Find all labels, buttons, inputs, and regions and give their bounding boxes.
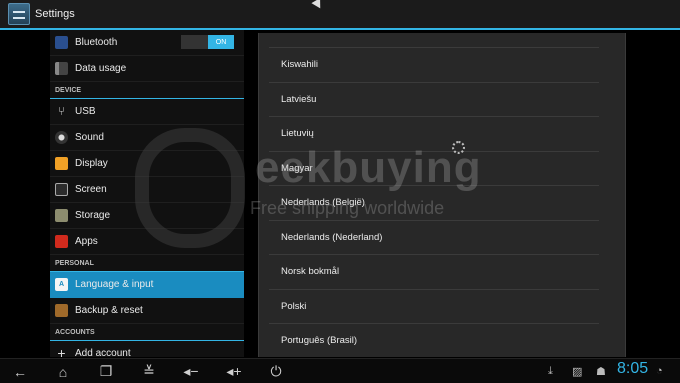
language-option[interactable]: Kiswahili — [269, 48, 599, 83]
apps-icon — [55, 235, 68, 248]
language-option[interactable]: Polski — [269, 290, 599, 324]
list-top-spacer — [269, 33, 599, 48]
menu-chevron-icon[interactable]: ≚ — [138, 362, 160, 381]
settings-item-screen[interactable]: Screen — [50, 177, 244, 203]
settings-item-label: USB — [75, 106, 96, 117]
home-icon[interactable]: ⌂ — [52, 362, 74, 381]
settings-item-label: Apps — [75, 236, 98, 247]
bluetooth-icon — [55, 36, 68, 49]
recent-apps-icon[interactable]: ❐ — [95, 362, 117, 381]
clock: 8:05 — [617, 360, 649, 377]
settings-item-display[interactable]: Display — [50, 151, 244, 177]
settings-item-label: Sound — [75, 132, 104, 143]
usb-icon: ⑂ — [57, 104, 66, 118]
volume-down-icon[interactable]: ◂− — [180, 362, 202, 381]
mouse-cursor-icon — [311, 0, 325, 11]
wifi-icon: ◔ — [656, 365, 663, 377]
loading-spinner-icon — [452, 141, 465, 154]
screenshot-icon: ▨ — [572, 366, 583, 378]
language-dialog: Kiswahili Latviešu Lietuvių Magyar Nederland… — [258, 33, 626, 357]
settings-item-add-account[interactable]: + Add account — [50, 341, 244, 357]
app-title: Settings — [35, 8, 75, 20]
settings-list: Bluetooth ON Data usage DEVICE ⑂ USB Sou… — [50, 30, 244, 357]
data-usage-icon — [55, 62, 68, 75]
section-header-device: DEVICE — [50, 82, 244, 99]
settings-item-backup-reset[interactable]: Backup & reset — [50, 298, 244, 324]
settings-app-icon[interactable] — [8, 3, 30, 25]
settings-item-label: Data usage — [75, 63, 127, 74]
settings-item-label: Display — [75, 158, 108, 169]
language-icon: A — [55, 278, 68, 291]
language-list: Kiswahili Latviešu Lietuvių Magyar Nederland… — [259, 33, 625, 357]
language-option[interactable]: Latviešu — [269, 83, 599, 117]
settings-item-language-input[interactable]: A Language & input — [50, 272, 244, 298]
action-bar: Settings — [0, 0, 680, 30]
settings-item-label: Storage — [75, 210, 111, 221]
settings-item-label: Backup & reset — [75, 305, 143, 316]
system-nav-bar: ← ⌂ ❐ ≚ ◂− ◂+ ⏻ ⤓ ▨ ☗ 8:05 ◔ — [0, 358, 680, 383]
settings-item-storage[interactable]: Storage — [50, 203, 244, 229]
language-option[interactable]: Nederlands (België) — [269, 186, 599, 221]
settings-item-label: Language & input — [75, 279, 154, 290]
language-option[interactable]: Nederlands (Nederland) — [269, 221, 599, 255]
volume-up-icon[interactable]: ◂+ — [223, 362, 245, 381]
language-option[interactable]: Português (Brasil) — [269, 324, 599, 357]
storage-icon — [55, 209, 68, 222]
download-icon: ⤓ — [548, 365, 553, 377]
screen-icon — [55, 183, 68, 196]
section-header-personal: PERSONAL — [50, 255, 244, 272]
settings-item-bluetooth[interactable]: Bluetooth ON — [50, 30, 244, 56]
power-icon[interactable]: ⏻ — [265, 362, 287, 381]
toggle-state: ON — [208, 35, 234, 49]
bluetooth-toggle[interactable]: ON — [181, 35, 234, 49]
backup-icon — [55, 304, 68, 317]
section-header-accounts: ACCOUNTS — [50, 324, 244, 341]
settings-item-apps[interactable]: Apps — [50, 229, 244, 255]
settings-item-usb[interactable]: ⑂ USB — [50, 99, 244, 125]
settings-item-data-usage[interactable]: Data usage — [50, 56, 244, 82]
plus-icon: + — [57, 345, 66, 357]
settings-item-label: Screen — [75, 184, 107, 195]
language-option[interactable]: Magyar — [269, 152, 599, 186]
android-icon: ☗ — [596, 366, 606, 378]
language-option[interactable]: Lietuvių — [269, 117, 599, 152]
settings-item-label: Bluetooth — [75, 37, 118, 48]
back-icon[interactable]: ← — [9, 362, 31, 381]
language-option[interactable]: Norsk bokmål — [269, 255, 599, 290]
sound-icon — [55, 131, 68, 144]
settings-item-label: Add account — [75, 348, 131, 357]
settings-item-sound[interactable]: Sound — [50, 125, 244, 151]
display-icon — [55, 157, 68, 170]
